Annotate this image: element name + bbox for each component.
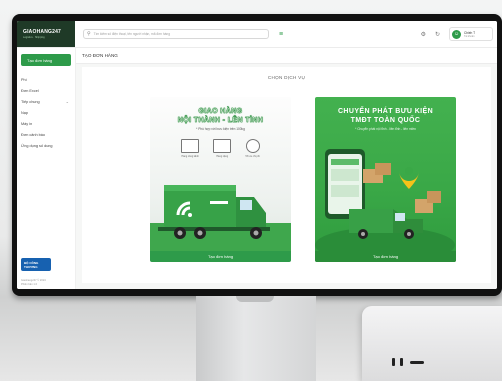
sidebar-item-alerts[interactable]: Đơn cảnh báo	[17, 129, 75, 140]
monitor-stand	[196, 296, 316, 381]
screen: GIAOHANG247 Logistics · Shipping ⚲ Tìm k…	[17, 21, 497, 289]
main-content: TẠO ĐƠN HÀNG CHỌN DỊCH VỤ GIAO HÀNG NỘI …	[76, 48, 497, 289]
top-bar: GIAOHANG247 Logistics · Shipping ⚲ Tìm k…	[17, 21, 497, 48]
settings-icon[interactable]: ⚙	[421, 31, 426, 38]
sidebar-item-label: Đơn Excel	[21, 88, 39, 93]
sidebar-footer: Giaohang247 © 2024	[21, 279, 46, 282]
sidebar-item-excel[interactable]: Đơn Excel	[17, 85, 75, 96]
chevron-down-icon: ⌄	[65, 99, 69, 104]
avatar: ☺	[452, 29, 461, 39]
sidebar-item-fee[interactable]: Phí	[17, 74, 75, 85]
create-order-button[interactable]: Tạo đơn hàng	[315, 251, 456, 262]
logo-title: GIAOHANG247	[23, 29, 62, 35]
page-title: TẠO ĐƠN HÀNG	[76, 48, 497, 64]
sidebar-item-label: Máy in	[21, 121, 33, 126]
card-title-line2: TMĐT TOÀN QUỐC	[350, 117, 421, 124]
user-subtitle: Tài khoản	[464, 34, 475, 38]
feature-label: Hàng nặng	[216, 155, 229, 158]
sidebar-item-label: Ứng dụng số dung	[21, 143, 53, 148]
sidebar-item-label: Tiếp chung	[21, 99, 40, 104]
desktop-computer	[362, 306, 502, 381]
feature-item: Hàng nặng	[213, 139, 232, 158]
user-menu[interactable]: ☺ Chiến T Tài khoản	[449, 27, 493, 41]
search-bar[interactable]: ⚲ Tìm kiếm số điện thoại, tên người nhận…	[83, 29, 269, 39]
refresh-icon[interactable]: ↻	[435, 31, 440, 38]
sidebar-item-apps[interactable]: Ứng dụng số dung	[17, 140, 75, 151]
feature-label: Tối ưu chi phí	[245, 155, 260, 158]
cost-optimize-icon	[245, 139, 260, 153]
stand-hinge	[236, 296, 274, 302]
usb-port	[392, 358, 395, 366]
filter-icon[interactable]: ≡	[279, 31, 283, 38]
feature-label: Hàng công kềnh	[181, 155, 199, 158]
service-card-domestic[interactable]: GIAO HÀNG NỘI THÀNH - LÊN TỈNH * Phù hợp…	[150, 97, 291, 262]
ministry-badge[interactable]: BỘ CÔNG THƯƠNG	[21, 258, 51, 271]
card-title: CHUYỂN PHÁT BƯU KIỆN	[337, 108, 434, 115]
card-slot	[410, 361, 424, 364]
card-subtitle: * Chuyển phát nội tỉnh - liên tỉnh - liê…	[355, 127, 416, 131]
sidebar: Tạo đơn hàng Phí Đơn Excel Tiếp chung ⌄ N…	[17, 48, 76, 289]
feature-item: Tối ưu chi phí	[245, 139, 260, 158]
search-input[interactable]: Tìm kiếm số điện thoại, tên người nhận, …	[94, 32, 170, 36]
section-title: CHỌN DỊCH VỤ	[267, 75, 306, 80]
feature-item: Hàng công kềnh	[181, 139, 200, 158]
logo-subtitle: Logistics · Shipping	[23, 36, 45, 39]
delivery-illustration	[315, 149, 455, 261]
card-title: GIAO HÀNG	[198, 108, 243, 115]
sidebar-create-order-button[interactable]: Tạo đơn hàng	[21, 54, 71, 66]
sidebar-item-deposit[interactable]: Nạp	[17, 107, 75, 118]
sidebar-item-general[interactable]: Tiếp chung ⌄	[17, 96, 75, 107]
service-card-ecommerce[interactable]: CHUYỂN PHÁT BƯU KIỆN TMĐT TOÀN QUỐC * Ch…	[315, 97, 456, 262]
top-right-tools: ⚙ ↻ ☺ Chiến T Tài khoản	[421, 27, 497, 41]
sidebar-item-label: Nạp	[21, 110, 28, 115]
sidebar-item-label: Phí	[21, 77, 27, 82]
feature-list: Hàng công kềnh Hàng nặng Tối ưu chi phí	[150, 139, 291, 158]
sidebar-item-label: Đơn cảnh báo	[21, 132, 46, 137]
card-subtitle: * Phù hợp với bưu kiện trên 100kg	[196, 127, 245, 131]
sidebar-version: Phiên bản 1.0	[21, 283, 38, 286]
card-title-line2: NỘI THÀNH - LÊN TỈNH	[177, 117, 264, 124]
usb-port	[400, 358, 403, 366]
heavy-goods-icon	[213, 139, 232, 153]
create-order-button[interactable]: Tạo đơn hàng	[150, 251, 291, 262]
service-panel: CHỌN DỊCH VỤ GIAO HÀNG NỘI THÀNH - LÊN T…	[82, 67, 491, 283]
sidebar-item-printer[interactable]: Máy in	[17, 118, 75, 129]
brand-logo[interactable]: GIAOHANG247 Logistics · Shipping	[17, 21, 75, 47]
bulky-goods-icon	[181, 139, 200, 153]
truck-illustration	[150, 185, 291, 251]
search-icon: ⚲	[87, 31, 91, 37]
